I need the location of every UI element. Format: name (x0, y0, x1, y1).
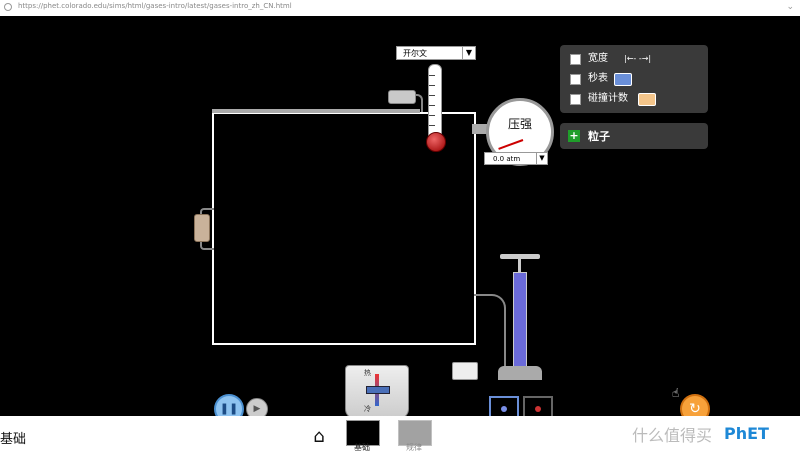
pressure-value: 0.0 atm (493, 155, 521, 163)
temperature-unit-select[interactable]: 开尔文 ▼ (396, 46, 476, 60)
thermometer-bulb (426, 132, 446, 152)
stopwatch-icon (614, 73, 632, 86)
gauge-needle (498, 139, 524, 150)
pump-barrel (513, 272, 527, 370)
collision-checkbox[interactable] (570, 94, 581, 105)
url-text[interactable]: https://phet.colorado.edu/sims/html/gase… (18, 2, 292, 10)
tab-laws-label[interactable]: 规律 (398, 442, 430, 453)
eraser-button[interactable] (452, 362, 478, 380)
hand-cursor-icon: ☝ (672, 386, 680, 400)
pump-rod (518, 258, 521, 272)
tools-panel: 宽度 |←- -→| 秒表 碰撞计数 (560, 45, 708, 113)
home-icon[interactable]: ⌂ (308, 428, 330, 446)
wall-drag-handle[interactable] (194, 214, 210, 242)
stopwatch-label: 秒表 (588, 73, 608, 84)
expand-plus-icon[interactable]: + (568, 130, 580, 142)
browser-address-bar: https://phet.colorado.edu/sims/html/gase… (0, 0, 800, 17)
collision-counter-icon (638, 93, 656, 106)
light-particle-icon (535, 406, 541, 412)
particles-panel[interactable]: + 粒子 (560, 123, 708, 149)
search-icon (4, 3, 12, 11)
cold-label: 冷 (364, 405, 371, 413)
pressure-label: 压强 (507, 117, 532, 131)
dropdown-arrow-icon: ▼ (536, 153, 547, 164)
navigation-bar: 基础 ⌂ 基础 规律 什么值得买 PhET (0, 416, 800, 456)
pump-hose (474, 294, 506, 366)
dropdown-arrow-icon: ▼ (462, 47, 475, 59)
pressure-unit-select[interactable]: 0.0 atm ▼ (484, 152, 548, 165)
width-arrow-icon: |←- -→| (624, 54, 652, 63)
site-watermark: 什么值得买 (632, 426, 713, 445)
lid-handle[interactable] (388, 90, 416, 104)
browser-menu-icon[interactable]: ⌄ (786, 2, 794, 12)
stopwatch-checkbox[interactable] (570, 74, 581, 85)
temperature-unit-value: 开尔文 (403, 49, 427, 58)
heat-slider-knob[interactable] (366, 386, 390, 394)
pump-base (498, 366, 542, 380)
width-label: 宽度 (588, 53, 608, 64)
heavy-particle-icon (501, 406, 507, 412)
collision-label: 碰撞计数 (588, 93, 628, 104)
tab-basics-label[interactable]: 基础 (346, 442, 378, 453)
phet-logo[interactable]: PhET (724, 424, 769, 443)
width-checkbox[interactable] (570, 54, 581, 65)
container-lid (212, 109, 420, 113)
heat-cool-bucket: 热 冷 (345, 365, 409, 419)
simulation-area: 开尔文 ▼ 压强 0.0 atm ▼ 宽度 |←- -→| 秒表 碰撞计数 + … (0, 16, 800, 424)
particles-label: 粒子 (588, 130, 610, 143)
screen-title: 基础 (0, 432, 27, 447)
thermometer (428, 64, 442, 138)
hot-label: 热 (364, 369, 371, 377)
